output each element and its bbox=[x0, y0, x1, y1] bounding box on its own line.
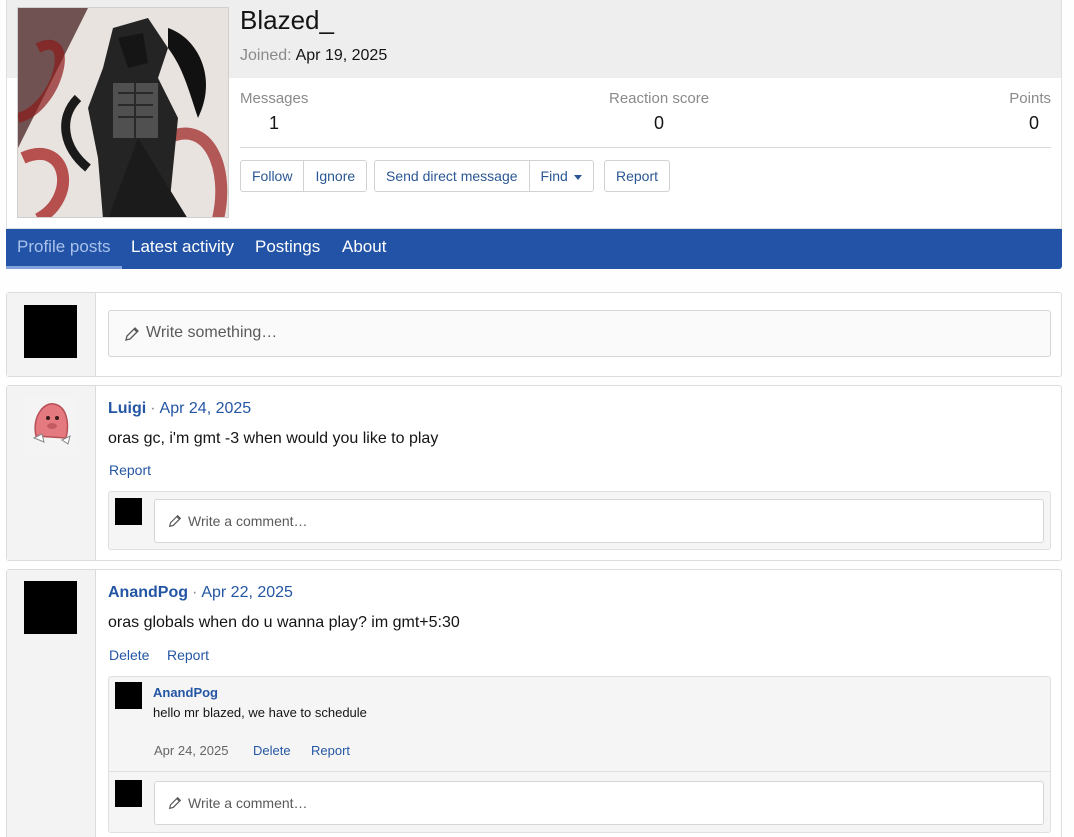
avatar[interactable] bbox=[24, 396, 77, 449]
tab-about[interactable]: About bbox=[331, 229, 397, 269]
reply-report-button[interactable]: Report bbox=[311, 743, 350, 758]
find-menu-button[interactable]: Find bbox=[530, 161, 593, 191]
profile-post-placeholder: Write something… bbox=[146, 324, 278, 341]
stat-reaction-score[interactable]: Reaction score 0 bbox=[609, 90, 709, 134]
tab-profile-posts[interactable]: Profile posts bbox=[6, 229, 122, 269]
comment-reply: AnandPog hello mr blazed, we have to sch… bbox=[109, 677, 1050, 772]
tab-postings[interactable]: Postings bbox=[244, 229, 331, 269]
pencil-icon bbox=[168, 514, 182, 528]
stat-messages-label: Messages bbox=[240, 90, 309, 107]
stat-points-label: Points bbox=[1009, 90, 1051, 107]
post-username[interactable]: AnandPog bbox=[108, 584, 188, 601]
stat-messages-value: 1 bbox=[268, 113, 279, 133]
comment-input[interactable]: Write a comment… bbox=[154, 781, 1044, 825]
delete-button[interactable]: Delete bbox=[109, 647, 149, 663]
profile-tabs: Profile posts Latest activity Postings A… bbox=[6, 229, 1062, 269]
stat-messages[interactable]: Messages 1 bbox=[240, 90, 308, 134]
joined-date: Apr 19, 2025 bbox=[295, 47, 388, 64]
post-body: oras globals when do u wanna play? im gm… bbox=[108, 614, 460, 631]
pencil-icon bbox=[168, 796, 182, 810]
post-date[interactable]: Apr 24, 2025 bbox=[160, 400, 252, 417]
chevron-down-icon bbox=[573, 174, 582, 180]
report-profile-button[interactable]: Report bbox=[605, 161, 669, 191]
report-group: Report bbox=[604, 160, 671, 192]
post-username[interactable]: Luigi bbox=[108, 400, 146, 417]
post-header: Luigi · Apr 24, 2025 bbox=[108, 400, 251, 418]
profile-post: Luigi · Apr 24, 2025 oras gc, i'm gmt -3 w… bbox=[6, 385, 1062, 561]
comment-input[interactable]: Write a comment… bbox=[154, 499, 1044, 543]
avatar[interactable] bbox=[24, 581, 77, 634]
post-date[interactable]: Apr 22, 2025 bbox=[201, 584, 293, 601]
report-button[interactable]: Report bbox=[167, 647, 209, 663]
follow-button[interactable]: Follow bbox=[241, 161, 305, 191]
profile-joined: Joined: Apr 19, 2025 bbox=[240, 47, 387, 65]
avatar[interactable] bbox=[115, 682, 142, 709]
reply-username[interactable]: AnandPog bbox=[153, 685, 218, 700]
avatar[interactable] bbox=[115, 780, 142, 807]
stat-reaction-value: 0 bbox=[653, 113, 664, 133]
find-label: Find bbox=[540, 168, 568, 184]
stat-reaction-label: Reaction score bbox=[609, 90, 710, 107]
post-body: oras gc, i'm gmt -3 when would you like … bbox=[108, 430, 439, 447]
separator-dot: · bbox=[192, 584, 198, 601]
profile-post: AnandPog · Apr 22, 2025 oras globals when … bbox=[6, 569, 1062, 837]
comment-placeholder: Write a comment… bbox=[188, 795, 308, 811]
message-find-group: Send direct message Find bbox=[374, 160, 594, 192]
separator-dot: · bbox=[150, 400, 156, 417]
follow-ignore-group: Follow Ignore bbox=[240, 160, 368, 192]
stat-points-value: 0 bbox=[1028, 113, 1039, 133]
reply-body: hello mr blazed, we have to schedule bbox=[153, 705, 367, 720]
profile-header: Blazed_ Joined: Apr 19, 2025 Messages 1 R… bbox=[6, 0, 1062, 229]
comment-placeholder: Write a comment… bbox=[188, 513, 308, 529]
comment-area: AnandPog hello mr blazed, we have to sch… bbox=[108, 676, 1051, 833]
avatar[interactable] bbox=[115, 498, 142, 525]
send-direct-message-button[interactable]: Send direct message bbox=[375, 161, 530, 191]
pencil-icon bbox=[125, 327, 139, 341]
reply-delete-button[interactable]: Delete bbox=[253, 743, 291, 758]
profile-username: Blazed_ bbox=[240, 5, 334, 35]
post-header: AnandPog · Apr 22, 2025 bbox=[108, 584, 293, 602]
comment-area: Write a comment… bbox=[108, 491, 1051, 550]
profile-avatar[interactable] bbox=[17, 7, 229, 218]
reply-date[interactable]: Apr 24, 2025 bbox=[154, 743, 228, 758]
stat-points[interactable]: Points 0 bbox=[1009, 90, 1051, 134]
ignore-button[interactable]: Ignore bbox=[304, 161, 366, 191]
joined-label: Joined: bbox=[240, 47, 292, 64]
profile-post-input[interactable]: Write something… bbox=[108, 310, 1051, 357]
new-post-panel: Write something… bbox=[6, 292, 1062, 377]
profile-stats: Messages 1 Reaction score 0 Points 0 bbox=[240, 90, 1051, 148]
avatar[interactable] bbox=[24, 305, 77, 358]
tab-latest-activity[interactable]: Latest activity bbox=[120, 229, 245, 269]
report-button[interactable]: Report bbox=[109, 462, 151, 478]
